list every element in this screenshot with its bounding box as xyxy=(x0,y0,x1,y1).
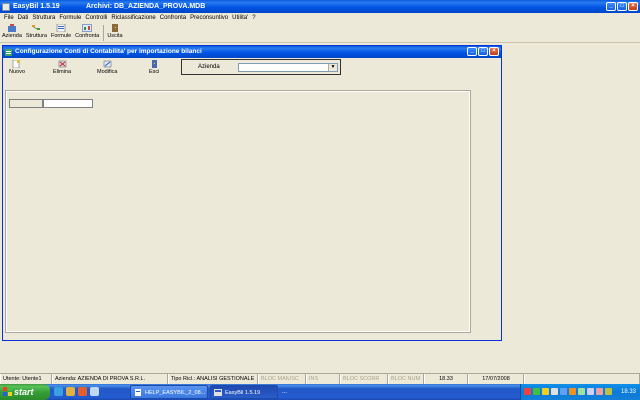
new-document-icon xyxy=(13,60,21,68)
display-icon[interactable] xyxy=(587,388,594,395)
formula-icon xyxy=(56,24,66,32)
windows-flag-icon xyxy=(3,387,12,396)
toolbar-separator xyxy=(103,25,105,41)
task-easybil[interactable]: EasyBil 1.5.19 xyxy=(210,385,278,399)
compare-icon xyxy=(82,24,93,32)
antivirus-icon[interactable] xyxy=(524,388,531,395)
taskbar: start HELP_EASYBIL_2_08... EasyBil 1.5.1… xyxy=(0,384,640,400)
bluetooth-icon[interactable] xyxy=(560,388,567,395)
elimina-button[interactable]: Elimina xyxy=(53,60,71,76)
app-task-icon xyxy=(214,389,222,396)
grid-header-row xyxy=(9,99,93,108)
menu-preconsuntivo[interactable]: Preconsuntivo xyxy=(188,13,230,23)
task-help-easybil[interactable]: HELP_EASYBIL_2_08... xyxy=(130,385,208,399)
status-scroll: BLOC SCORR xyxy=(340,374,388,384)
form-icon xyxy=(5,48,12,56)
nuovo-button[interactable]: Nuovo xyxy=(9,60,25,76)
menu-file[interactable]: File xyxy=(2,13,16,23)
ie-icon[interactable] xyxy=(54,387,63,396)
azienda-select[interactable]: ▼ xyxy=(238,63,338,72)
exit-door-icon xyxy=(111,24,118,32)
clock[interactable]: 18.33 xyxy=(621,384,636,400)
status-num: BLOC NUM xyxy=(388,374,424,384)
confronta-button[interactable]: Confronta xyxy=(75,23,99,40)
menu-bar: File Dati Struttura Formule Controlli Ri… xyxy=(0,13,640,23)
status-date: 17/07/2008 xyxy=(468,374,524,384)
status-caps: BLOC MAIUSC xyxy=(258,374,306,384)
minimize-button[interactable]: _ xyxy=(606,2,616,11)
update-icon[interactable] xyxy=(569,388,576,395)
usb-icon[interactable] xyxy=(605,388,612,395)
main-toolbar: Azienda Struttura Formule Confronta Usci… xyxy=(0,23,640,43)
quick-launch xyxy=(54,387,99,396)
azienda-label: Azienda xyxy=(198,64,220,70)
delete-icon xyxy=(58,60,66,68)
child-close-button[interactable]: × xyxy=(489,47,499,56)
start-label: start xyxy=(14,387,34,397)
child-minimize-button[interactable]: _ xyxy=(467,47,477,56)
accounts-grid[interactable] xyxy=(5,90,471,333)
status-bar: Utente: Utente1 Azienda: AZIENDA DI PROV… xyxy=(0,373,640,384)
system-tray: 18.33 xyxy=(520,384,640,400)
battery-icon[interactable] xyxy=(578,388,585,395)
azienda-button[interactable]: Azienda xyxy=(2,23,22,40)
close-button[interactable]: × xyxy=(628,2,638,11)
status-ins: INS xyxy=(306,374,340,384)
child-title: Configurazione Conti di Contabilita' per… xyxy=(15,48,202,55)
maximize-button[interactable]: □ xyxy=(617,2,627,11)
tree-icon xyxy=(32,25,41,30)
menu-dati[interactable]: Dati xyxy=(16,13,31,23)
printer-icon[interactable] xyxy=(596,388,603,395)
network-icon[interactable] xyxy=(533,388,540,395)
desktop-icon[interactable] xyxy=(90,387,99,396)
menu-help[interactable]: ? xyxy=(250,13,257,23)
app-window: EasyBil 1.5.19 Archivi: DB_AZIENDA_PROVA… xyxy=(0,0,640,384)
document-icon xyxy=(135,389,141,396)
menu-controlli[interactable]: Controlli xyxy=(83,13,109,23)
db-label: Archivi: DB_AZIENDA_PROVA.MDB xyxy=(86,3,206,10)
menu-formule[interactable]: Formule xyxy=(57,13,83,23)
grid-cell[interactable] xyxy=(43,99,93,108)
formule-button[interactable]: Formule xyxy=(51,23,71,40)
status-time: 18.33 xyxy=(424,374,468,384)
status-empty xyxy=(524,374,640,384)
chevron-down-icon[interactable]: ▼ xyxy=(328,64,337,71)
menu-confronta[interactable]: Confronta xyxy=(158,13,188,23)
security-icon[interactable] xyxy=(542,388,549,395)
struttura-button[interactable]: Struttura xyxy=(26,23,47,40)
status-azienda: Azienda: AZIENDA DI PROVA S.R.L. xyxy=(52,374,168,384)
config-child-window: Configurazione Conti di Contabilita' per… xyxy=(2,45,502,341)
exit-icon xyxy=(151,60,157,68)
menu-struttura[interactable]: Struttura xyxy=(30,13,57,23)
volume-icon[interactable] xyxy=(551,388,558,395)
child-titlebar[interactable]: Configurazione Conti di Contabilita' per… xyxy=(3,46,501,58)
menu-utilita[interactable]: Utilita' xyxy=(230,13,250,23)
uscita-button[interactable]: Uscita xyxy=(107,23,123,40)
status-utente: Utente: Utente1 xyxy=(0,374,52,384)
child-toolbar: Nuovo Elimina Modifica Esci Azienda ▼ xyxy=(3,58,501,78)
child-maximize-button[interactable]: □ xyxy=(478,47,488,56)
explorer-icon[interactable] xyxy=(66,387,75,396)
azienda-filter-group: Azienda ▼ xyxy=(181,59,341,75)
esci-button[interactable]: Esci xyxy=(149,60,159,76)
grid-row-header[interactable] xyxy=(9,99,43,108)
app-title: EasyBil 1.5.19 xyxy=(13,3,60,10)
task-overflow[interactable]: ... xyxy=(282,384,287,400)
menu-riclassificazione[interactable]: Riclassificazione xyxy=(109,13,157,23)
status-tipo: Tipo Ricl.: ANALISI GESTIONALE xyxy=(168,374,258,384)
building-icon xyxy=(7,24,16,32)
modifica-button[interactable]: Modifica xyxy=(97,60,117,76)
edit-icon xyxy=(103,60,111,68)
app-icon xyxy=(2,2,10,11)
app-titlebar[interactable]: EasyBil 1.5.19 Archivi: DB_AZIENDA_PROVA… xyxy=(0,0,640,13)
start-button[interactable]: start xyxy=(0,384,50,400)
media-icon[interactable] xyxy=(78,387,87,396)
